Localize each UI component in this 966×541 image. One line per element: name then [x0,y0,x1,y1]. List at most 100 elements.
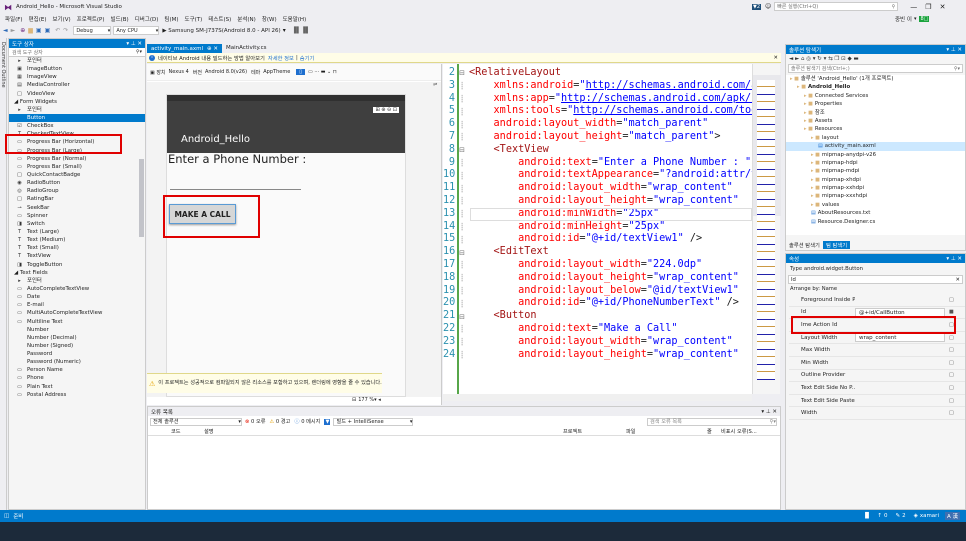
landscape-icon[interactable]: ▭ ··· ▬ ⌄ ⊓ [308,69,337,75]
property-value[interactable] [855,295,945,304]
toolbox-item[interactable]: □ RatingBar [9,195,145,203]
minimize-button[interactable]: — [910,3,917,11]
close-icon[interactable]: ⊕ ✕ [207,46,218,52]
solution-tree-item[interactable]: ▸ ■ mipmap-xxhdpi [786,184,965,192]
toolbox-item[interactable]: ▭ Phone [9,374,145,382]
android-icon[interactable]: ▐▌▐▌ [292,27,310,34]
pin-icon[interactable]: ▾ ⊥ ✕ [946,47,962,53]
toolbox-item[interactable]: T Text (Large) [9,228,145,236]
toolbox-item[interactable]: □ VideoView [9,90,145,98]
menu-item[interactable]: 테스트(S) [208,15,231,23]
save-icon[interactable]: ▣ [36,27,42,34]
code-line[interactable]: 18 ┊ android:layout_height="wrap_content" [443,272,752,285]
ime-indicator[interactable]: A 漢 [944,512,960,520]
tab-solution-explorer[interactable]: 솔루션 탐색기 [786,241,823,249]
toolbox-item[interactable]: ▭ Date [9,293,145,301]
property-marker-icon[interactable]: □ [949,398,954,404]
property-row[interactable]: Outline Provider □ [789,370,965,383]
arrange-by[interactable]: Arrange by: Name [786,284,965,294]
property-marker-icon[interactable]: □ [949,347,954,353]
solution-tree-item[interactable]: ▸ ■ mipmap-xxxhdpi [786,192,965,200]
property-row[interactable]: Text Edit Side Paste... □ [789,395,965,408]
properties-search[interactable]: Id ✕ [788,275,963,284]
code-line[interactable]: 7 ┊ android:layout_height="match_parent"> [443,131,752,144]
code-line[interactable]: 8 ⊟ <TextView [443,144,752,157]
toolbox-item[interactable]: ▭ E-mail [9,301,145,309]
property-value[interactable] [855,396,945,405]
solution-tree-item[interactable]: ▸ ■ Assets [786,117,965,125]
toolbox-item[interactable]: ▭ Progress Bar (Normal) [9,155,145,163]
property-marker-icon[interactable]: □ [949,335,954,341]
account[interactable]: 중빈 이 ▾ 8□ [895,15,930,23]
menu-item[interactable]: 보기(V) [52,15,70,23]
property-row[interactable]: Width □ [789,407,965,420]
property-value[interactable] [855,346,945,355]
col-project[interactable]: 프로젝트 [563,428,582,435]
toolbox-item[interactable]: T Text (Medium) [9,236,145,244]
toolbox-item[interactable]: Button [9,113,145,123]
open-icon[interactable]: ▆ [28,27,33,34]
code-line[interactable]: 22 ┊ android:text="Make a Call" [443,323,752,336]
toolbox-item[interactable]: T Text (Small) [9,244,145,252]
code-line[interactable]: 5 ┊ xmlns:tools="http://schemas.android.c… [443,105,752,118]
code-line[interactable]: 20 ┊ android:id="@+id/PhoneNumberText" /> [443,297,752,310]
tab-activity-main[interactable]: activity_main.axml ⊕ ✕ [147,44,222,53]
property-row[interactable]: Max Width □ [789,344,965,357]
toolbox-item[interactable]: ▭ Person Name [9,366,145,374]
toolbox-item[interactable]: ▦ ImageView [9,73,145,81]
solution-tree-item[interactable]: ▸ ■ mipmap-anydpi-v26 [786,151,965,159]
code-line[interactable]: 4 ┊ xmlns:app="http://schemas.android.com… [443,93,752,106]
chevron-down-icon[interactable]: ▾ ◂ [374,397,381,403]
code-line[interactable]: 21 ⊟ <Button [443,310,752,323]
menu-item[interactable]: 분석(N) [237,15,256,23]
toolbox-item[interactable]: ▭ Progress Bar (Small) [9,163,145,171]
toolbox-item[interactable]: ▸ 포인터 [9,106,145,114]
toolbox-item[interactable]: ◨ Switch [9,220,145,228]
undo-icon[interactable]: ↶ [55,27,60,34]
property-value[interactable]: wrap_content [855,333,945,343]
new-project-icon[interactable]: ⊕ [20,27,25,34]
menu-item[interactable]: 편집(E) [29,15,47,23]
document-outline-strip[interactable]: Document Outline [0,38,7,510]
menu-item[interactable]: 프로젝트(P) [77,15,105,23]
device-value[interactable]: Nexus 4 [169,69,189,75]
code-line[interactable]: 15 ┊ android:id="@+id/textView1" /> [443,233,752,246]
solution-tree-item[interactable]: ▤ activity_main.axml [786,142,965,151]
toolbox-item[interactable]: ◉ RadioButton [9,179,145,187]
filter-icon[interactable]: ▼ [324,418,331,425]
toolbox-item[interactable]: ▸ 포인터 [9,277,145,285]
property-value[interactable] [855,409,945,418]
property-row[interactable]: Min Width □ [789,357,965,370]
code-hscrollbar[interactable] [443,394,752,401]
toolbox-item[interactable]: Number (Signed) [9,342,145,350]
maximize-button[interactable]: ❐ [925,3,931,11]
menu-item[interactable]: 빌드(B) [111,15,129,23]
toolbox-item[interactable]: ▭ Postal Address [9,391,145,399]
code-line[interactable]: 24 ┊ android:layout_height="wrap_content" [443,349,752,362]
warning-filter-button[interactable]: ⚠ 0 경고 [270,418,291,425]
solution-tree-item[interactable]: ▸ ■ Connected Services [786,92,965,100]
error-search-input[interactable]: 검색 오류 목록 ⚲▾ [647,417,777,426]
property-row[interactable]: Foreground Inside P... □ [789,294,965,307]
back-icon[interactable]: ◄ [3,27,8,34]
menu-item[interactable]: 디버그(D) [135,15,159,23]
toolbox-search[interactable]: 검색 도구 상자 ⚲▾ [9,48,145,57]
info-hide-link[interactable]: 숨기기 [300,54,315,62]
layout-toggle-icon[interactable]: ▯ [296,69,306,75]
menu-item[interactable]: 도구(T) [185,15,203,23]
solution-tree-item[interactable]: ▸ ■ Resources [786,125,965,133]
scope-dropdown[interactable]: 전체 솔루션 ▾ [150,417,242,426]
quick-launch-input[interactable]: 빠른 실행(Ctrl+Q) ⚲ [774,2,899,11]
property-marker-icon[interactable]: □ [949,360,954,366]
pencil-icon[interactable]: ✎ [895,513,900,519]
zoom-controls-icon[interactable]: ⊞ ⊕ ⊖ ⊡ [373,107,399,113]
property-marker-icon[interactable]: □ [949,410,954,416]
forward-icon[interactable]: ► [11,27,16,34]
solution-tree-item[interactable]: ▸ ■ Properties [786,100,965,108]
solution-tree-item[interactable]: ▸ ■ values [786,201,965,209]
toolbox-item[interactable]: T TextView [9,252,145,260]
code-line[interactable]: 11 ┊ android:layout_width="wrap_content" [443,182,752,195]
code-line[interactable]: 19 ┊ android:layout_below="@id/textView1" [443,285,752,298]
code-line[interactable]: 12 ┊ android:layout_height="wrap_content" [443,195,752,208]
fit-icon[interactable]: ⊟ [352,397,356,403]
